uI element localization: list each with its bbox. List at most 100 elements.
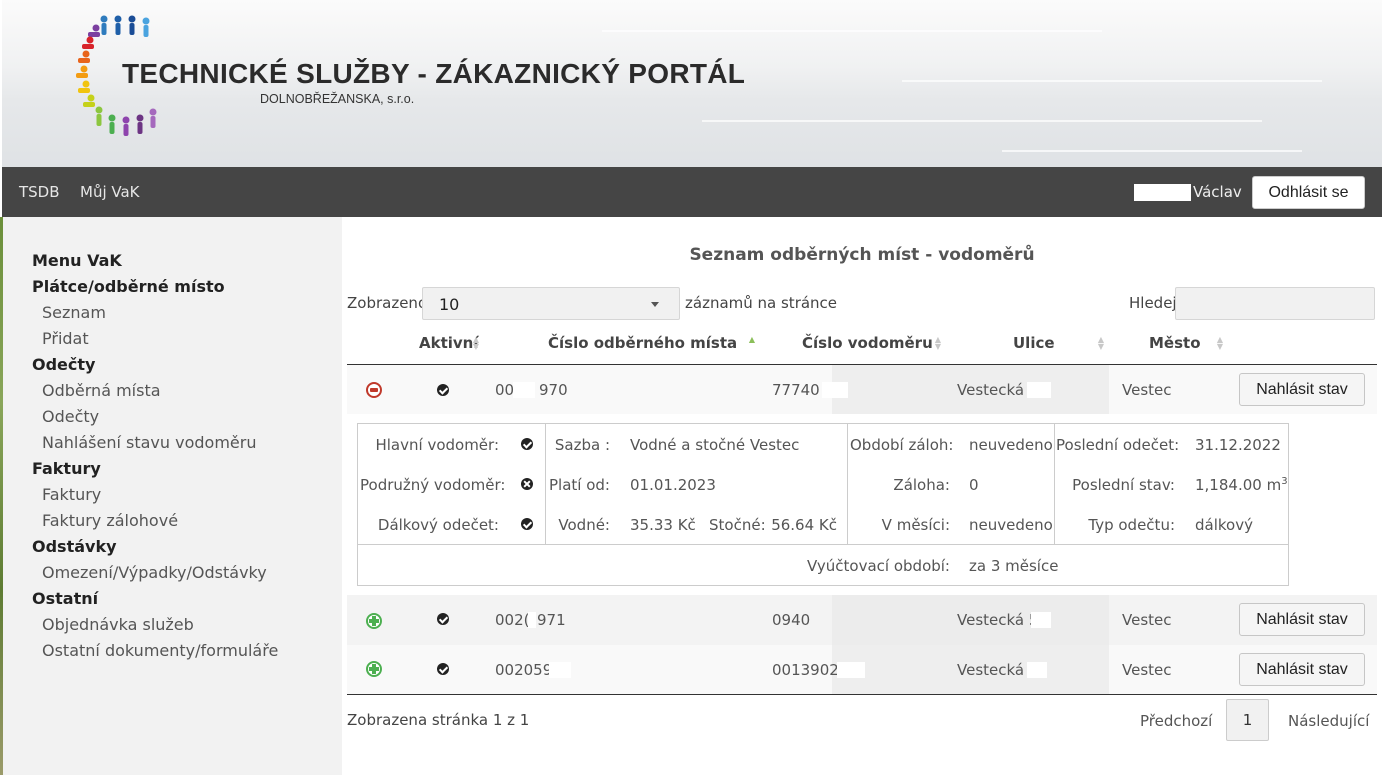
- remote-reading-label: Dálkový odečet:: [377, 516, 499, 534]
- deposit-period-value: neuvedeno: [969, 436, 1053, 454]
- month-label: V měsíci:: [881, 516, 950, 534]
- redacted-text: [837, 662, 865, 678]
- page-length-value: 10: [439, 295, 460, 314]
- sidebar-heading-menu-vak: Menu VaK: [32, 251, 122, 270]
- valid-from-value: 01.01.2023: [630, 476, 716, 494]
- sort-ascending-icon: ▲: [748, 335, 756, 344]
- sidebar-item-omezeni[interactable]: Omezení/Výpadky/Odstávky: [42, 563, 267, 582]
- table-row: 002( 971 0940 Vestecká 5! Vestec Nahlási…: [347, 595, 1377, 645]
- sidebar-heading-ostatni: Ostatní: [32, 589, 99, 608]
- rate-value: Vodné a stočné Vestec: [630, 436, 800, 454]
- portal-title: TECHNICKÉ SLUŽBY - ZÁKAZNICKÝ PORTÁL: [122, 58, 746, 89]
- sidebar-heading-odstavky: Odstávky: [32, 537, 117, 556]
- sidebar-heading-faktury: Faktury: [32, 459, 101, 478]
- column-header-mesto[interactable]: Město: [1149, 334, 1201, 352]
- report-state-button[interactable]: Nahlásit stav: [1239, 373, 1365, 406]
- active-check-icon: [437, 384, 449, 396]
- redacted-text: [513, 382, 535, 398]
- redacted-text: [1027, 662, 1047, 678]
- redacted-text: [1031, 612, 1051, 628]
- pagination-previous[interactable]: Předchozí: [1140, 712, 1212, 730]
- nav-item-muj-vak[interactable]: Můj VaK: [80, 183, 140, 201]
- detail-divider: [847, 423, 848, 544]
- city: Vestec: [1122, 611, 1172, 629]
- sidebar-heading-odecty: Odečty: [32, 355, 96, 374]
- length-prefix: Zobrazeno: [347, 294, 428, 312]
- redacted-text: [822, 382, 848, 398]
- detail-divider: [545, 423, 546, 544]
- place-number-tail: 971: [537, 611, 566, 629]
- user-name: Václav: [1193, 183, 1242, 201]
- place-number: 002(: [495, 611, 530, 629]
- table-footer-divider: [347, 694, 1377, 695]
- banner-decoration: [702, 120, 1262, 122]
- water-fee-label: Vodné:: [558, 516, 610, 534]
- main-meter-check-icon: [521, 438, 533, 450]
- last-state-number: 1,184.00 m: [1195, 476, 1282, 494]
- page-title: Seznam odběrných míst - vodoměrů: [689, 245, 1035, 265]
- sidebar-item-odberna-mista[interactable]: Odběrná místa: [42, 381, 161, 400]
- collapse-row-icon[interactable]: [366, 382, 382, 398]
- redacted-text: [549, 662, 571, 678]
- redacted-text: [528, 612, 536, 628]
- sidebar-item-pridat[interactable]: Přidat: [42, 329, 89, 348]
- city: Vestec: [1122, 381, 1172, 399]
- billing-period-label: Vyúčtovací období:: [807, 557, 950, 575]
- length-suffix: záznamů na stránce: [685, 294, 838, 312]
- deposit-value: 0: [969, 476, 979, 494]
- sort-both-icon: ▲ ▼: [1216, 335, 1224, 351]
- month-value: neuvedeno: [969, 516, 1053, 534]
- expand-row-icon[interactable]: [366, 613, 382, 629]
- main-meter-label: Hlavní vodoměr:: [375, 436, 499, 454]
- valid-from-label: Platí od:: [549, 476, 610, 494]
- sidebar-item-nahlaseni-stavu[interactable]: Nahlášení stavu vodoměru: [42, 433, 256, 452]
- city: Vestec: [1122, 661, 1172, 679]
- nav-item-tsdb[interactable]: TSDB: [19, 183, 60, 201]
- column-header-cislo-vodomeru[interactable]: Číslo vodoměru: [802, 334, 933, 352]
- meter-number: 77740: [772, 381, 820, 399]
- deposit-period-label: Období záloh:: [850, 436, 954, 454]
- detail-divider: [1054, 423, 1055, 544]
- sort-both-icon: ▲ ▼: [1097, 335, 1105, 351]
- table-info: Zobrazena stránka 1 z 1: [347, 711, 530, 729]
- sidebar-item-faktury[interactable]: Faktury: [42, 485, 101, 504]
- detail-divider: [358, 544, 1288, 545]
- caret-down-icon: [651, 302, 659, 307]
- column-header-cislo-mista[interactable]: Číslo odběrného místa: [548, 334, 737, 352]
- rate-label: Sazba :: [554, 436, 610, 454]
- cubic-superscript: 3: [1281, 476, 1288, 487]
- sewer-fee-label: Stočné:: [709, 516, 766, 534]
- page-length-select[interactable]: 10: [422, 287, 680, 320]
- sidebar-item-ostatni-dokumenty[interactable]: Ostatní dokumenty/formuláře: [42, 641, 278, 660]
- sidebar-item-faktury-zalohove[interactable]: Faktury zálohové: [42, 511, 178, 530]
- search-label: Hledej:: [1129, 294, 1182, 312]
- active-check-icon: [437, 613, 449, 625]
- sort-both-icon: ▲ ▼: [934, 335, 942, 351]
- pagination-next[interactable]: Následující: [1288, 712, 1369, 730]
- last-state-value: 1,184.00 m3: [1195, 476, 1288, 494]
- sidebar-item-objednavka[interactable]: Objednávka služeb: [42, 615, 194, 634]
- column-header-aktivni[interactable]: Aktivní: [419, 334, 479, 352]
- logout-button[interactable]: Odhlásit se: [1252, 176, 1365, 209]
- sub-meter-label: Podružný vodoměr:: [360, 476, 506, 494]
- sidebar-item-seznam[interactable]: Seznam: [42, 303, 106, 322]
- last-reading-value: 31.12.2022: [1195, 436, 1281, 454]
- report-state-button[interactable]: Nahlásit stav: [1239, 603, 1365, 636]
- sidebar-item-odecty[interactable]: Odečty: [42, 407, 99, 426]
- sort-both-icon: ▲ ▼: [472, 335, 480, 351]
- redacted-text: [1027, 382, 1051, 398]
- sidebar-edge-decoration: [0, 217, 3, 775]
- place-number: 002059: [495, 661, 553, 679]
- search-input[interactable]: [1175, 287, 1375, 320]
- table-row: 00 970 77740 Vestecká 5 Vestec Nahlásit …: [347, 365, 1377, 415]
- expand-row-icon[interactable]: [366, 661, 382, 677]
- column-header-ulice[interactable]: Ulice: [1013, 334, 1055, 352]
- meter-number: 0940: [772, 611, 811, 629]
- meter-number: 0013902: [772, 661, 839, 679]
- redacted-user-name: [1134, 184, 1191, 201]
- report-state-button[interactable]: Nahlásit stav: [1239, 653, 1365, 686]
- company-subtitle: DOLNOBŘEŽANSKA, s.r.o.: [260, 92, 415, 106]
- last-state-label: Poslední stav:: [1072, 476, 1175, 494]
- reading-type-label: Typ odečtu:: [1088, 516, 1175, 534]
- pagination-page-1[interactable]: 1: [1226, 699, 1269, 741]
